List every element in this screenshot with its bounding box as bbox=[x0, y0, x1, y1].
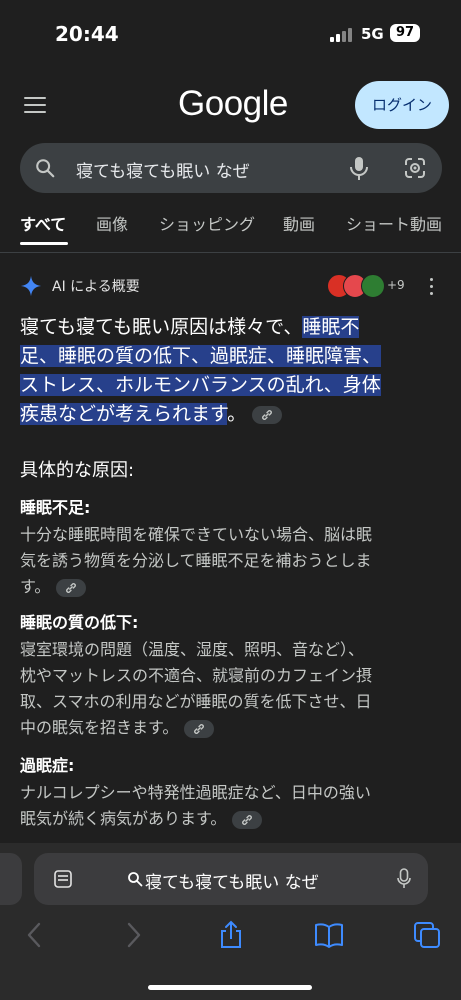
cause-title: 過眠症: bbox=[20, 756, 75, 775]
forward-arrow-icon[interactable] bbox=[118, 920, 148, 950]
search-icon bbox=[36, 159, 55, 178]
more-options-icon[interactable] bbox=[428, 277, 434, 295]
tabs-overview-icon[interactable] bbox=[412, 920, 442, 950]
summary-highlight: 睡眠不 bbox=[302, 316, 360, 338]
ai-summary-text: 寝ても寝ても眠い原因は様々で、睡眠不 足、睡眠の質の低下、過眠症、睡眠障害、 ス… bbox=[20, 313, 445, 429]
voice-search-icon[interactable] bbox=[348, 155, 370, 181]
source-favicons[interactable] bbox=[327, 274, 387, 298]
summary-end: 。 bbox=[227, 403, 247, 425]
status-bar: 20:44 5G 97 bbox=[0, 0, 461, 70]
browser-toolbar: 寝ても寝ても眠い なぜ bbox=[0, 843, 461, 1000]
cause-title: 睡眠の質の低下: bbox=[20, 613, 139, 632]
cause-description: ナルコレプシーや特発性過眠症など、日中の強い 眠気が続く病気があります。 bbox=[20, 783, 371, 829]
back-arrow-icon[interactable] bbox=[20, 920, 50, 950]
cause-item: 睡眠不足: 十分な睡眠時間を確保できていない場合、脳は眠 気を誘う物質を分泌して… bbox=[20, 496, 445, 600]
cause-description: 寝室環境の問題（温度、湿度、照明、音など）、 枕やマットレスの不適合、就寝前のカ… bbox=[20, 640, 373, 738]
tabs-divider bbox=[0, 252, 461, 253]
bookmarks-icon[interactable] bbox=[314, 920, 344, 950]
battery-icon: 97 bbox=[390, 24, 420, 42]
search-tabs: すべて 画像 ショッピング 動画 ショート動画 bbox=[0, 206, 461, 246]
cause-title: 睡眠不足: bbox=[20, 498, 91, 517]
search-box[interactable]: 寝ても寝ても眠い なぜ bbox=[20, 143, 442, 193]
source-favicon-icon[interactable] bbox=[361, 274, 385, 298]
ai-overview-title: AI による概要 bbox=[52, 279, 140, 295]
tab-all[interactable]: すべて bbox=[20, 211, 66, 235]
cause-description: 十分な睡眠時間を確保できていない場合、脳は眠 気を誘う物質を分泌して睡眠不足を補… bbox=[20, 525, 373, 597]
search-icon bbox=[128, 872, 143, 887]
tab-videos[interactable]: 動画 bbox=[283, 211, 315, 235]
google-logo[interactable]: Google bbox=[178, 84, 288, 124]
source-link-icon[interactable] bbox=[56, 578, 87, 597]
tab-shopping[interactable]: ショッピング bbox=[159, 211, 255, 235]
ai-overview-panel: AI による概要 +9 寝ても寝ても眠い原因は様々で、睡眠不 足、睡眠の質の低下… bbox=[0, 260, 461, 850]
causes-section-title: 具体的な原因: bbox=[20, 460, 135, 481]
source-link-icon[interactable] bbox=[232, 810, 263, 829]
cause-item: 過眠症: ナルコレプシーや特発性過眠症など、日中の強い 眠気が続く病気があります… bbox=[20, 754, 445, 832]
source-link-icon[interactable] bbox=[252, 405, 283, 424]
menu-icon[interactable] bbox=[24, 96, 46, 114]
share-icon[interactable] bbox=[216, 920, 246, 950]
address-bar[interactable]: 寝ても寝ても眠い なぜ bbox=[34, 853, 428, 905]
summary-highlight: 疾患などが考えられます bbox=[20, 403, 228, 425]
microphone-icon[interactable] bbox=[396, 868, 412, 890]
google-lens-icon[interactable] bbox=[403, 156, 427, 180]
network-type: 5G bbox=[361, 25, 384, 43]
cause-item: 睡眠の質の低下: 寝室環境の問題（温度、湿度、照明、音など）、 枕やマットレスの… bbox=[20, 611, 445, 741]
login-button[interactable]: ログイン bbox=[355, 81, 449, 129]
cellular-signal-icon bbox=[330, 28, 354, 42]
more-sources-count[interactable]: +9 bbox=[387, 278, 405, 292]
home-indicator bbox=[148, 985, 312, 990]
page-menu-icon[interactable] bbox=[53, 869, 73, 889]
search-query[interactable]: 寝ても寝ても眠い なぜ bbox=[76, 157, 250, 182]
tab-short-videos[interactable]: ショート動画 bbox=[346, 211, 442, 235]
ai-sparkle-icon bbox=[20, 275, 42, 297]
status-time: 20:44 bbox=[55, 22, 119, 46]
previous-tab-pill[interactable] bbox=[0, 853, 22, 905]
source-link-icon[interactable] bbox=[184, 719, 215, 738]
address-text[interactable]: 寝ても寝ても眠い なぜ bbox=[145, 868, 319, 893]
summary-highlight: 足、睡眠の質の低下、過眠症、睡眠障害、 bbox=[20, 345, 382, 367]
google-header: Google ログイン 寝ても寝ても眠い なぜ すべて 画像 ショッピング 動画… bbox=[0, 70, 461, 260]
ai-overview-header: AI による概要 +9 bbox=[20, 274, 445, 298]
active-tab-indicator bbox=[20, 242, 68, 245]
summary-highlight: ストレス、ホルモンバランスの乱れ、身体 bbox=[20, 374, 381, 396]
summary-plain-text: 寝ても寝ても眠い原因は様々で、 bbox=[20, 316, 303, 338]
tab-images[interactable]: 画像 bbox=[96, 211, 128, 235]
